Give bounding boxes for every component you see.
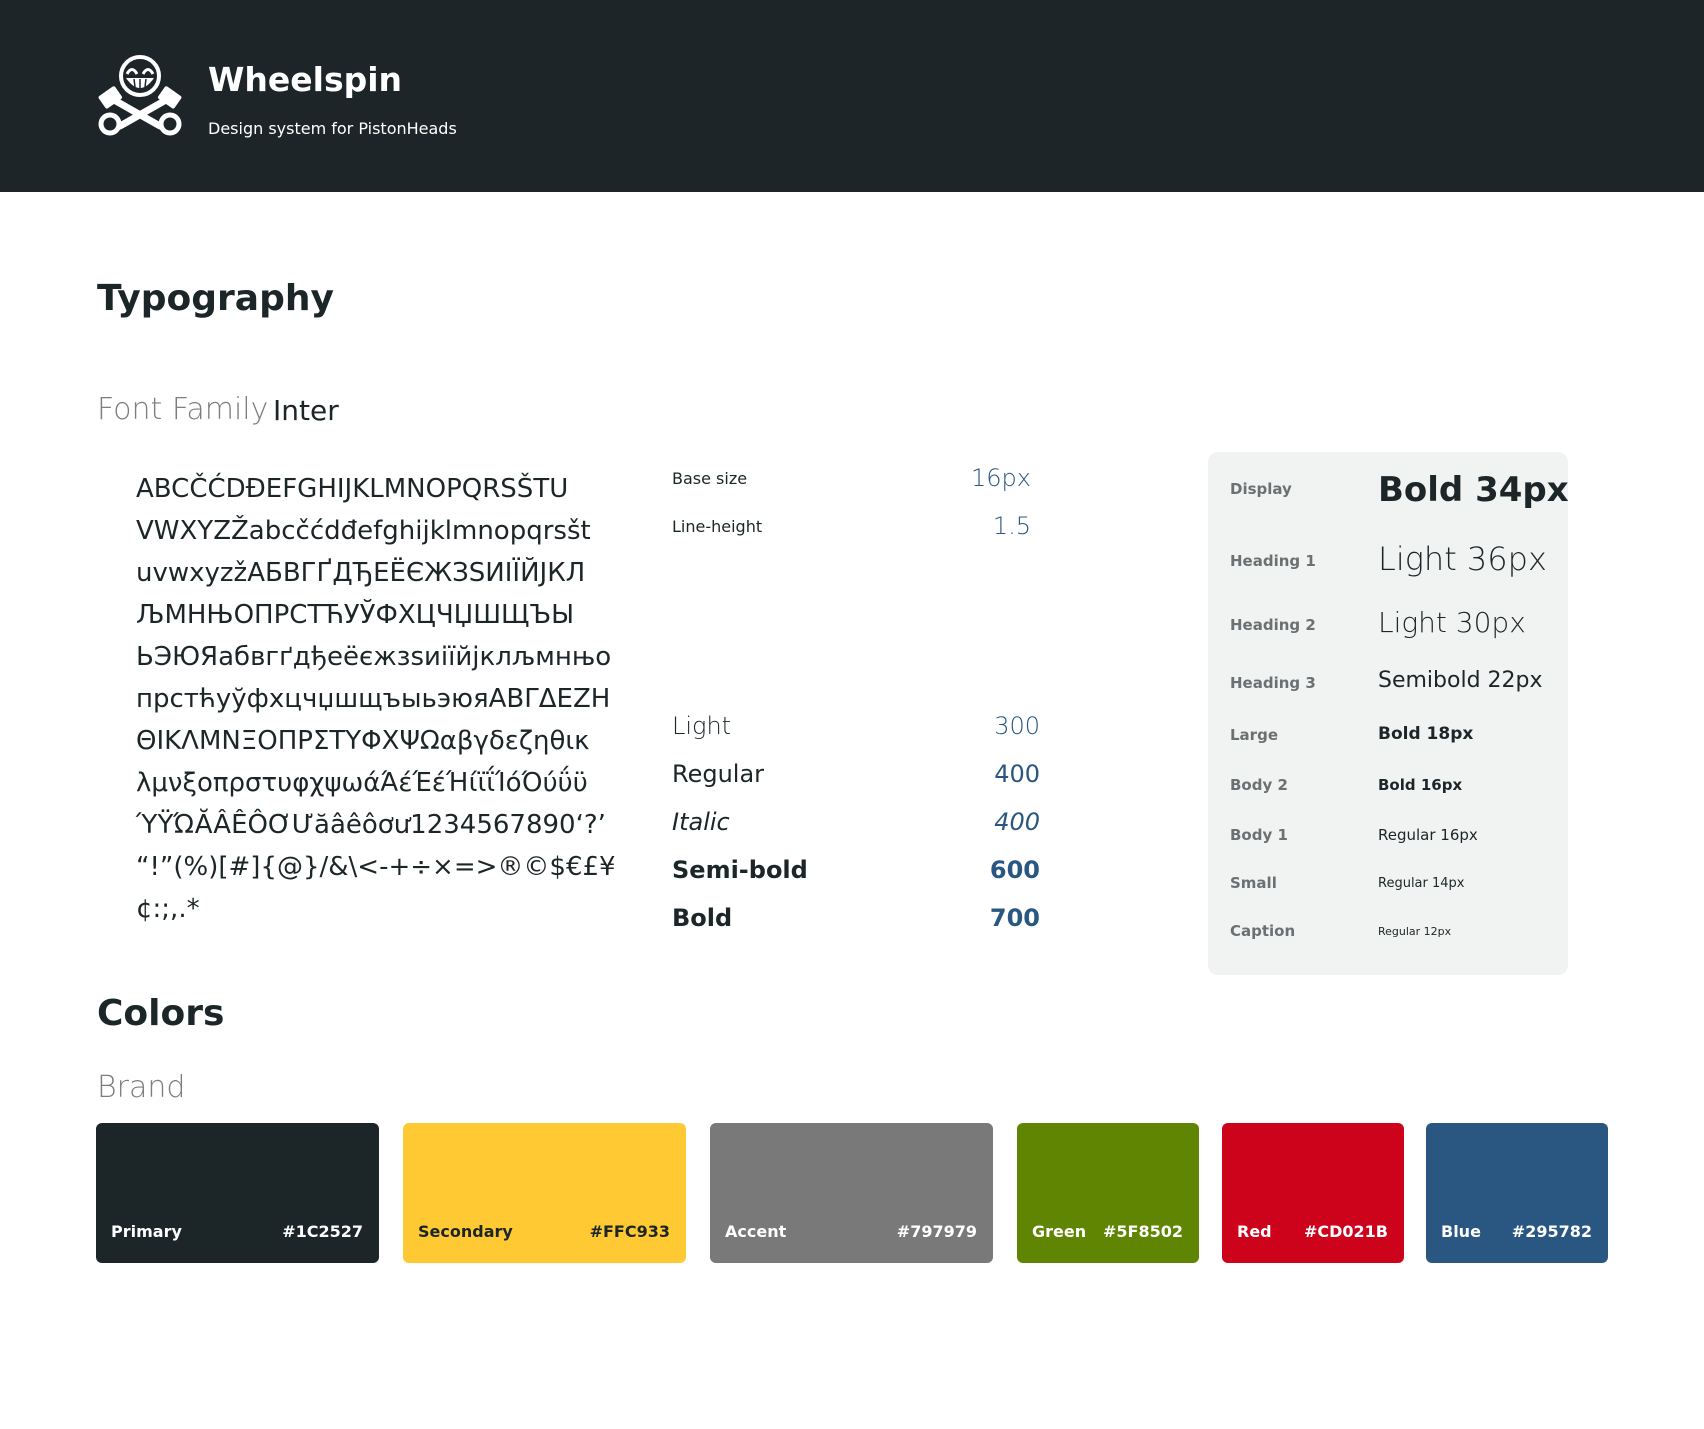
swatch-name: Green bbox=[1032, 1222, 1087, 1241]
swatch-accent: Accent #797979 bbox=[710, 1123, 993, 1263]
weight-value: 400 bbox=[994, 808, 1040, 836]
font-family-value: Inter bbox=[273, 394, 339, 427]
swatch-name: Accent bbox=[725, 1222, 787, 1241]
charset-line: ABCČĆDĐEFGHIJKLMNOPQRSŠTU bbox=[136, 474, 569, 504]
scale-label: Display bbox=[1230, 480, 1292, 498]
weight-value: 600 bbox=[989, 856, 1040, 884]
swatch-primary: Primary #1C2527 bbox=[96, 1123, 379, 1263]
weight-label: Light bbox=[672, 712, 732, 740]
charset-line: λμνξοπρστυφχψωάΆέΈέΉίϊΐΊόΌύΰϋ bbox=[136, 768, 588, 798]
weight-row-semibold: Semi-bold 600 bbox=[672, 856, 1040, 892]
charset-line: VWXYZŽabcčćdđefghijklmnopqrsšt bbox=[136, 516, 591, 546]
line-height-value: 1.5 bbox=[992, 512, 1031, 540]
weight-label: Regular bbox=[672, 760, 765, 788]
weight-value: 400 bbox=[994, 760, 1040, 788]
weight-value: 700 bbox=[989, 904, 1040, 932]
swatch-hex: #295782 bbox=[1511, 1222, 1592, 1241]
scale-sample: Bold 18px bbox=[1378, 724, 1474, 744]
base-size-row: Base size 16px bbox=[672, 462, 1040, 492]
scale-label: Heading 3 bbox=[1230, 674, 1316, 692]
swatch-hex: #5F8502 bbox=[1103, 1222, 1183, 1241]
weight-row-regular: Regular 400 bbox=[672, 760, 1040, 796]
swatch-hex: #CD021B bbox=[1303, 1222, 1388, 1241]
charset-line: uvwxyzžАБВГҐДЂЕЁЄЖЗЅИІЇЙЈКЛ bbox=[136, 558, 586, 588]
page-header: Wheelspin Design system for PistonHeads bbox=[0, 0, 1704, 192]
charset-line: ¢:;,.* bbox=[136, 894, 200, 924]
type-scale-panel: Display Bold 34px Heading 1 Light 36px H… bbox=[1208, 452, 1569, 975]
scale-sample: Light 30px bbox=[1378, 606, 1526, 639]
charset-line: ΎΫΏĂÂÊÔƠƯăâêôơư1234567890‘?’ bbox=[136, 810, 606, 840]
base-size-value: 16px bbox=[971, 464, 1031, 492]
swatch-name: Primary bbox=[111, 1222, 182, 1241]
weight-row-light: Light 300 bbox=[672, 712, 1040, 748]
line-height-row: Line-height 1.5 bbox=[672, 510, 1040, 540]
scale-label: Body 2 bbox=[1230, 776, 1288, 794]
base-size-label: Base size bbox=[672, 469, 748, 488]
swatch-green: Green #5F8502 bbox=[1017, 1123, 1199, 1263]
swatch-name: Secondary bbox=[418, 1222, 513, 1241]
charset-line: “!”(%)[#]{@}/&\<-+÷×=>®©$€£¥ bbox=[136, 852, 616, 882]
swatch-name: Blue bbox=[1441, 1222, 1481, 1241]
weight-row-italic: Italic 400 bbox=[672, 808, 1040, 844]
colors-heading: Colors bbox=[97, 993, 225, 1034]
scale-label: Heading 2 bbox=[1230, 616, 1316, 634]
swatch-name: Red bbox=[1237, 1222, 1272, 1241]
swatch-hex: #FFC933 bbox=[589, 1222, 670, 1241]
scale-label: Large bbox=[1230, 726, 1278, 744]
scale-sample: Light 36px bbox=[1378, 540, 1547, 578]
brand-colors-label: Brand bbox=[97, 1070, 186, 1105]
weight-row-bold: Bold 700 bbox=[672, 904, 1040, 940]
charset-line: ЬЭЮЯабвгґдђеёєжзѕиіїйјклљмнњо bbox=[136, 642, 612, 672]
wheelspin-logo-icon bbox=[98, 55, 182, 136]
swatch-hex: #797979 bbox=[896, 1222, 977, 1241]
scale-sample: Semibold 22px bbox=[1378, 668, 1543, 693]
font-family-label: Font Family bbox=[97, 392, 269, 427]
line-height-label: Line-height bbox=[672, 517, 763, 536]
brand-subtitle: Design system for PistonHeads bbox=[208, 119, 457, 138]
scale-sample: Bold 16px bbox=[1378, 776, 1463, 794]
swatch-red: Red #CD021B bbox=[1222, 1123, 1404, 1263]
character-set: ABCČĆDĐEFGHIJKLMNOPQRSŠTU VWXYZŽabcčćdđe… bbox=[136, 468, 636, 930]
typography-heading: Typography bbox=[97, 278, 334, 319]
charset-line: ЉМНЊОПРСТЋУЎФХЦЧЏШЩЪЫ bbox=[136, 600, 575, 630]
scale-sample: Regular 14px bbox=[1378, 876, 1465, 891]
scale-label: Heading 1 bbox=[1230, 552, 1316, 570]
brand-title: Wheelspin bbox=[208, 60, 403, 99]
weight-label: Bold bbox=[672, 904, 733, 932]
scale-sample: Bold 34px bbox=[1378, 470, 1569, 510]
scale-label: Small bbox=[1230, 874, 1277, 892]
weight-value: 300 bbox=[994, 712, 1040, 740]
scale-sample: Regular 12px bbox=[1378, 925, 1452, 938]
weight-label: Semi-bold bbox=[672, 856, 808, 884]
scale-label: Caption bbox=[1230, 922, 1296, 940]
scale-sample: Regular 16px bbox=[1378, 826, 1478, 844]
charset-line: ΘΙΚΛΜΝΞΟΠΡΣΤΥΦΧΨΩαβγδεζηθικ bbox=[136, 726, 590, 756]
swatch-blue: Blue #295782 bbox=[1426, 1123, 1608, 1263]
swatch-secondary: Secondary #FFC933 bbox=[403, 1123, 686, 1263]
weight-label: Italic bbox=[672, 808, 730, 836]
swatch-hex: #1C2527 bbox=[282, 1222, 363, 1241]
charset-line: прстћуўфхцчџшщъыьэюяΑΒΓΔΕΖΗ bbox=[136, 684, 611, 714]
scale-label: Body 1 bbox=[1230, 826, 1288, 844]
